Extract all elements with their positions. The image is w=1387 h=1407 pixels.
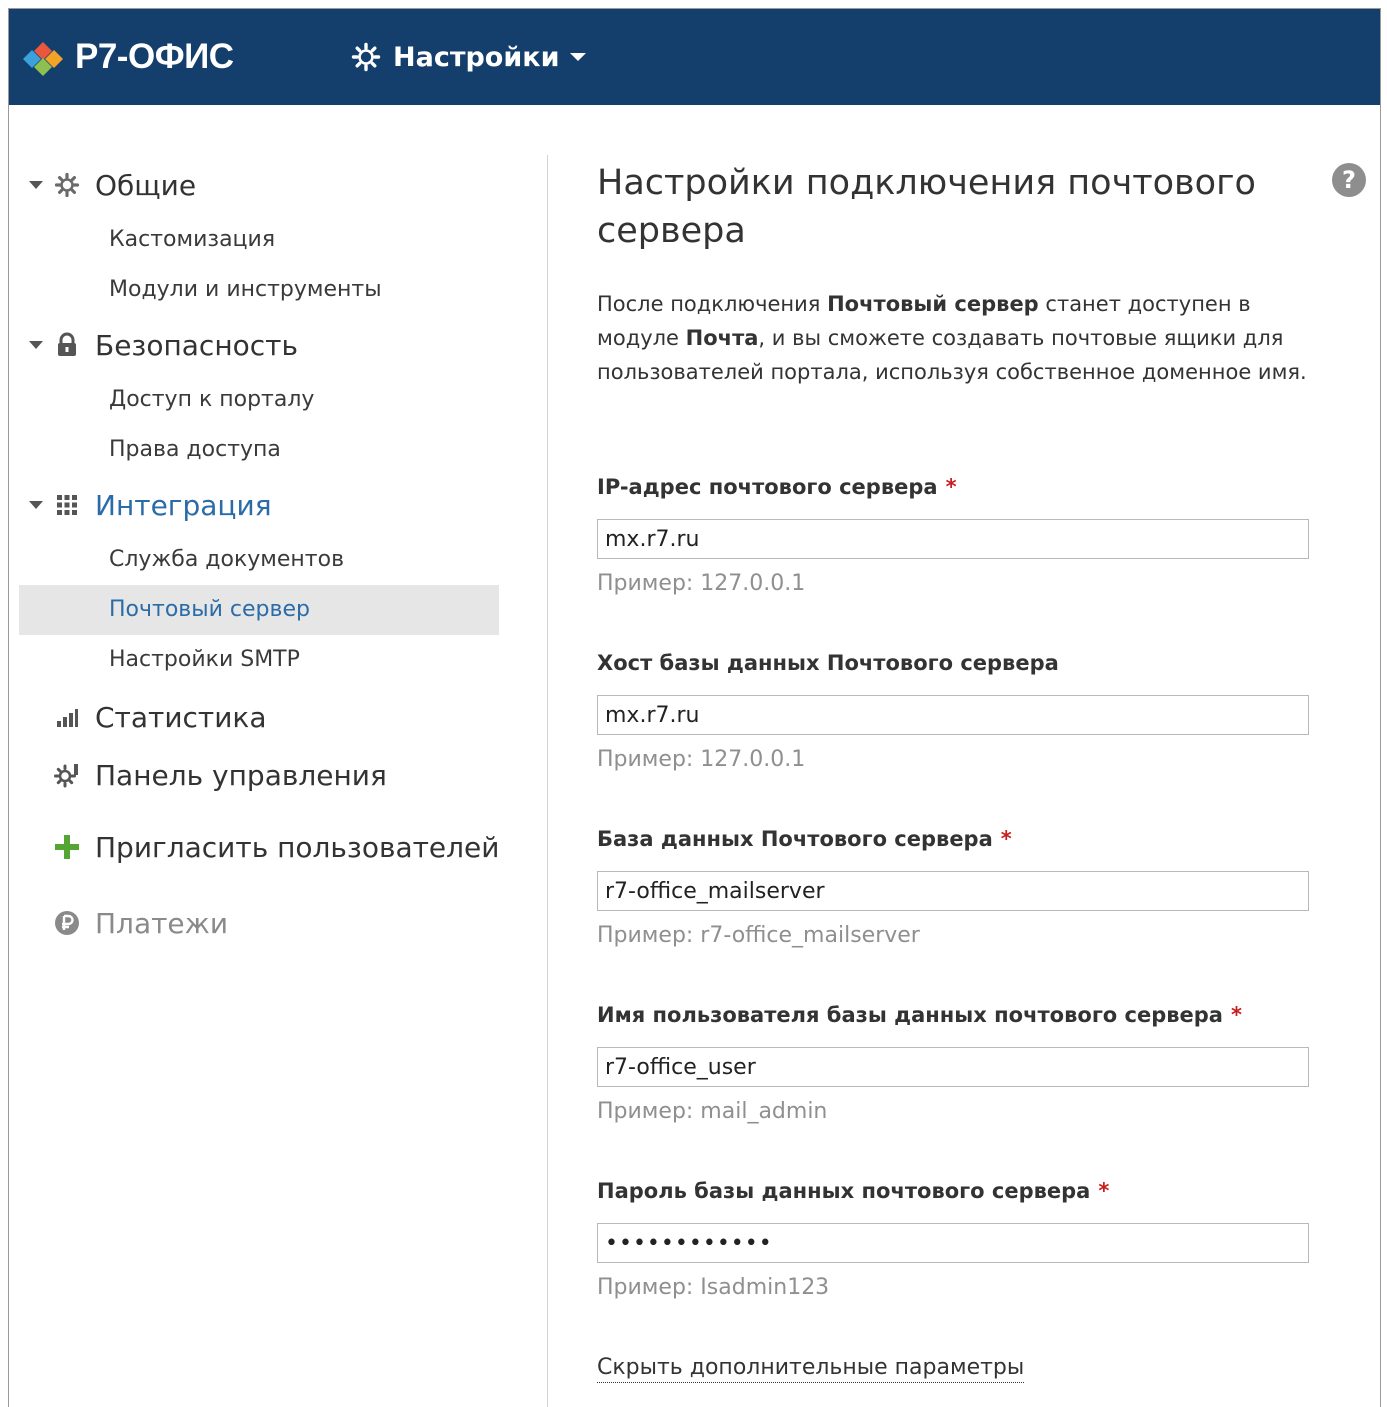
app-window: Р7-ОФИС Настройки Общие Кастомизация Мод… (8, 8, 1381, 1407)
field-label-text: Хост базы данных Почтового сервера (597, 651, 1059, 675)
settings-menu-label: Настройки (393, 41, 560, 73)
sidebar-item-label: Платежи (95, 907, 229, 940)
ruble-icon (53, 909, 81, 937)
db-host-label: Хост базы данных Почтового сервера (597, 651, 1059, 675)
collapse-arrow-icon[interactable] (29, 501, 43, 509)
gear-icon (53, 171, 81, 199)
sidebar-item-control-panel[interactable]: Панель управления (9, 755, 529, 795)
bar-chart-icon (53, 703, 81, 731)
sidebar-group-security[interactable]: Безопасность (9, 325, 529, 365)
db-name-hint: Пример: r7-office_mailserver (597, 923, 920, 948)
top-header: Р7-ОФИС Настройки (9, 9, 1380, 105)
hide-advanced-link[interactable]: Скрыть дополнительные параметры (597, 1355, 1025, 1383)
sidebar-group-general[interactable]: Общие (9, 165, 529, 205)
logo[interactable]: Р7-ОФИС (21, 37, 234, 77)
db-user-input[interactable] (597, 1047, 1309, 1087)
description-bold: Почта (685, 326, 759, 350)
db-host-hint: Пример: 127.0.0.1 (597, 747, 806, 772)
sidebar-item-payments[interactable]: Платежи (9, 903, 529, 943)
sidebar-item-mail-server[interactable]: Почтовый сервер (109, 597, 310, 631)
field-label-text: IP-адрес почтового сервера (597, 475, 938, 499)
sidebar-group-label: Безопасность (95, 329, 298, 362)
sidebar-item-label: Пригласить пользователей (95, 831, 500, 864)
required-mark: * (1230, 1003, 1242, 1027)
description-bold: Почтовый сервер (827, 292, 1039, 316)
db-name-input[interactable] (597, 871, 1309, 911)
field-label-text: Имя пользователя базы данных почтового с… (597, 1003, 1223, 1027)
settings-menu-button[interactable]: Настройки (351, 39, 586, 75)
required-mark: * (1098, 1179, 1110, 1203)
sidebar-item-modules[interactable]: Модули и инструменты (109, 277, 382, 311)
ip-address-input[interactable] (597, 519, 1309, 559)
sidebar-item-document-service[interactable]: Служба документов (109, 547, 344, 581)
sidebar-item-access-rights[interactable]: Права доступа (109, 437, 281, 471)
required-mark: * (1000, 827, 1012, 851)
sidebar-group-label: Интеграция (95, 489, 272, 522)
required-mark: * (945, 475, 957, 499)
control-panel-icon (53, 761, 81, 789)
description-text: После подключения (597, 292, 828, 316)
db-user-hint: Пример: mail_admin (597, 1099, 828, 1124)
grid-icon (53, 491, 81, 519)
collapse-arrow-icon[interactable] (29, 181, 43, 189)
sidebar-item-label: Статистика (95, 701, 267, 734)
db-password-label: Пароль базы данных почтового сервера * (597, 1179, 1109, 1203)
ip-address-label: IP-адрес почтового сервера * (597, 475, 957, 499)
help-icon[interactable]: ? (1332, 163, 1366, 197)
field-label-text: Пароль базы данных почтового сервера (597, 1179, 1091, 1203)
plus-icon (53, 833, 81, 861)
chevron-down-icon (569, 53, 586, 61)
gear-icon (351, 42, 381, 72)
db-name-label: База данных Почтового сервера * (597, 827, 1012, 851)
sidebar-item-customization[interactable]: Кастомизация (109, 227, 275, 261)
db-host-input[interactable] (597, 695, 1309, 735)
sidebar-divider (547, 155, 548, 1407)
sidebar-item-portal-access[interactable]: Доступ к порталу (109, 387, 314, 421)
field-label-text: База данных Почтового сервера (597, 827, 993, 851)
db-user-label: Имя пользователя базы данных почтового с… (597, 1003, 1242, 1027)
sidebar-group-integration[interactable]: Интеграция (9, 485, 529, 525)
logo-text: Р7-ОФИС (75, 37, 234, 76)
sidebar-item-statistics[interactable]: Статистика (9, 697, 529, 737)
page-description: После подключения Почтовый сервер станет… (597, 287, 1317, 389)
sidebar-item-smtp-settings[interactable]: Настройки SMTP (109, 647, 300, 681)
collapse-arrow-icon[interactable] (29, 341, 43, 349)
ip-address-hint: Пример: 127.0.0.1 (597, 571, 806, 596)
sidebar-item-invite-users[interactable]: Пригласить пользователей (9, 827, 529, 867)
sidebar-item-label: Панель управления (95, 759, 387, 792)
db-password-input[interactable] (597, 1223, 1309, 1263)
db-password-hint: Пример: Isadmin123 (597, 1275, 830, 1300)
logo-icon (23, 42, 63, 76)
page-title: Настройки подключения почтового сервера (597, 163, 1256, 251)
sidebar-group-label: Общие (95, 169, 197, 202)
lock-icon (53, 331, 81, 359)
